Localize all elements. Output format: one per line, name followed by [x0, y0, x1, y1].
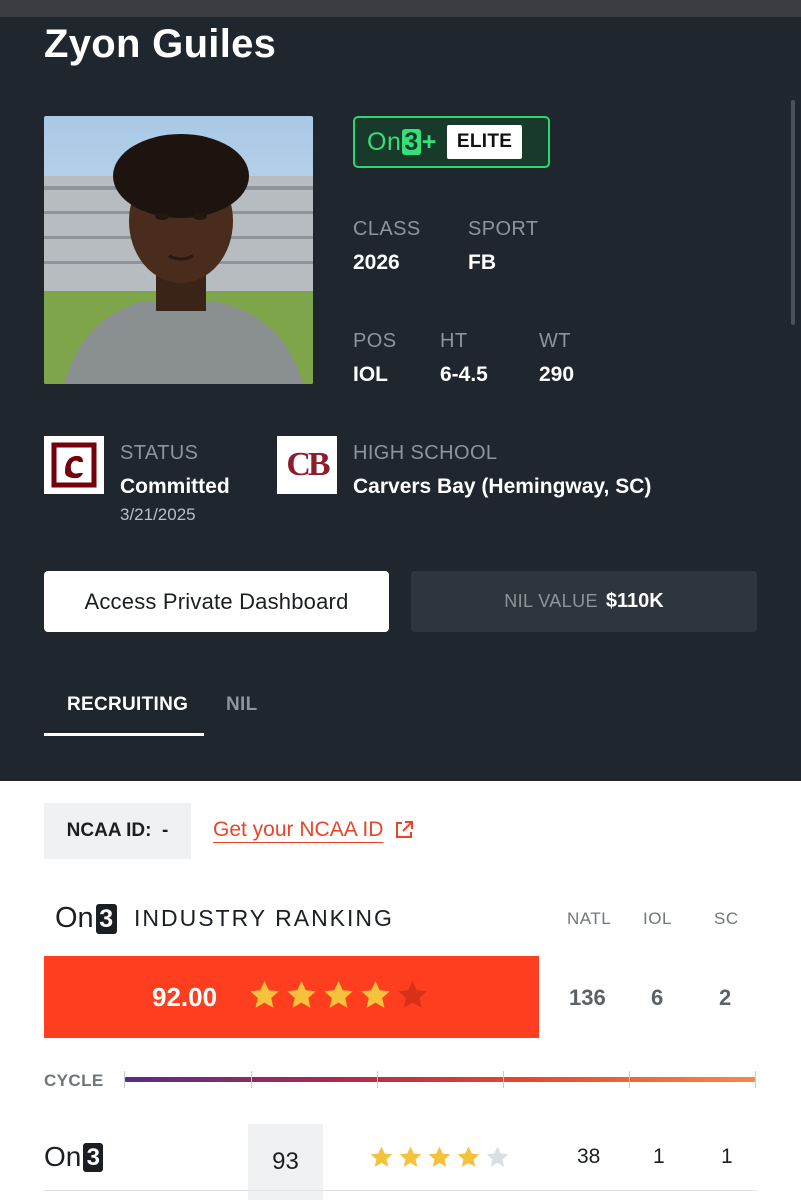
sport-value: FB: [468, 251, 496, 274]
on3-plus-elite-badge[interactable]: On 3 + ELITE: [353, 116, 550, 168]
gamecock-icon: [51, 442, 97, 488]
cycle-label: CYCLE: [44, 1071, 104, 1090]
weight-value: 290: [539, 363, 575, 386]
star-filled-icon: [399, 1146, 422, 1167]
class-label: CLASS: [353, 218, 421, 240]
height-label: HT: [440, 330, 468, 352]
star-filled-icon: [287, 981, 316, 1008]
star-filled-icon: [361, 981, 390, 1008]
industry-rank-pos: 6: [651, 985, 664, 1010]
elite-tier-label: ELITE: [446, 125, 523, 159]
star-empty-icon: [398, 981, 427, 1008]
committed-school-logo[interactable]: [44, 436, 104, 494]
star-filled-icon: [370, 1146, 393, 1167]
high-school-logo[interactable]: CB: [277, 436, 337, 494]
get-ncaa-id-link[interactable]: Get your NCAA ID: [213, 818, 415, 842]
tab-nil[interactable]: NIL: [226, 694, 258, 716]
ncaa-id-label: NCAA ID: -: [66, 820, 169, 841]
active-tab-indicator: [44, 733, 204, 736]
col-header-pos: IOL: [643, 909, 672, 928]
external-link-icon: [396, 821, 414, 838]
cycle-tick: [503, 1071, 504, 1088]
tab-recruiting[interactable]: RECRUITING: [67, 694, 188, 716]
cycle-tick: [124, 1071, 125, 1088]
cycle-tick: [755, 1071, 756, 1088]
high-school-logo-text: CB: [286, 446, 330, 483]
col-header-natl: NATL: [567, 909, 612, 928]
ncaa-id-field: NCAA ID: -: [44, 803, 191, 859]
star-filled-icon: [324, 981, 353, 1008]
row-divider: [44, 1190, 757, 1191]
cycle-tick: [629, 1071, 630, 1088]
cycle-timeline-track: [124, 1077, 756, 1082]
star-empty-icon: [486, 1146, 509, 1167]
weight-label: WT: [539, 330, 571, 352]
sport-label: SPORT: [468, 218, 539, 240]
nil-value-amount: $110K: [605, 590, 664, 612]
cycle-tick: [251, 1071, 252, 1088]
star-filled-icon: [428, 1146, 451, 1167]
on3-rank-natl: 38: [577, 1145, 601, 1168]
on3-rank-pos: 1: [653, 1145, 665, 1168]
on3-rating-value: 93: [272, 1148, 299, 1175]
industry-star-rating: [248, 979, 429, 1012]
status-value: Committed: [120, 475, 230, 498]
on3-rank-state: 1: [721, 1145, 733, 1168]
position-label: POS: [353, 330, 397, 352]
industry-rank-natl: 136: [569, 985, 606, 1010]
industry-rating-bar: 92.00: [44, 956, 539, 1038]
industry-rating-value: 92.00: [152, 982, 218, 1012]
status-label: STATUS: [120, 442, 199, 464]
scrollbar-thumb[interactable]: [791, 100, 795, 325]
nil-value-box[interactable]: NIL VALUE $110K: [411, 571, 757, 632]
star-filled-icon: [250, 981, 279, 1008]
industry-rank-state: 2: [719, 985, 732, 1010]
industry-ranking-title: INDUSTRY RANKING: [134, 905, 394, 931]
player-photo: [44, 116, 313, 384]
access-private-dashboard-button[interactable]: Access Private Dashboard: [44, 571, 389, 632]
high-school-value[interactable]: Carvers Bay (Hemingway, SC): [353, 475, 651, 499]
on3-star-rating: [369, 1145, 510, 1170]
on3-plus-logo: On 3 +: [367, 127, 437, 156]
on3-logo-row: On 3: [44, 1141, 104, 1173]
position-value: IOL: [353, 363, 388, 386]
class-value: 2026: [353, 251, 400, 274]
commit-date: 3/21/2025: [120, 505, 196, 524]
high-school-label: HIGH SCHOOL: [353, 442, 498, 464]
get-ncaa-id-label: Get your NCAA ID: [213, 818, 384, 841]
player-name: Zyon Guiles: [44, 22, 277, 66]
on3-rating-score: 93: [248, 1124, 323, 1200]
height-value: 6-4.5: [440, 363, 488, 386]
star-filled-icon: [457, 1146, 480, 1167]
on3-logo-industry: On 3: [55, 902, 117, 935]
cycle-tick: [377, 1071, 378, 1088]
top-status-strip: [0, 0, 801, 17]
nil-value-label: NIL VALUE: [504, 591, 598, 611]
col-header-state: SC: [714, 909, 739, 928]
